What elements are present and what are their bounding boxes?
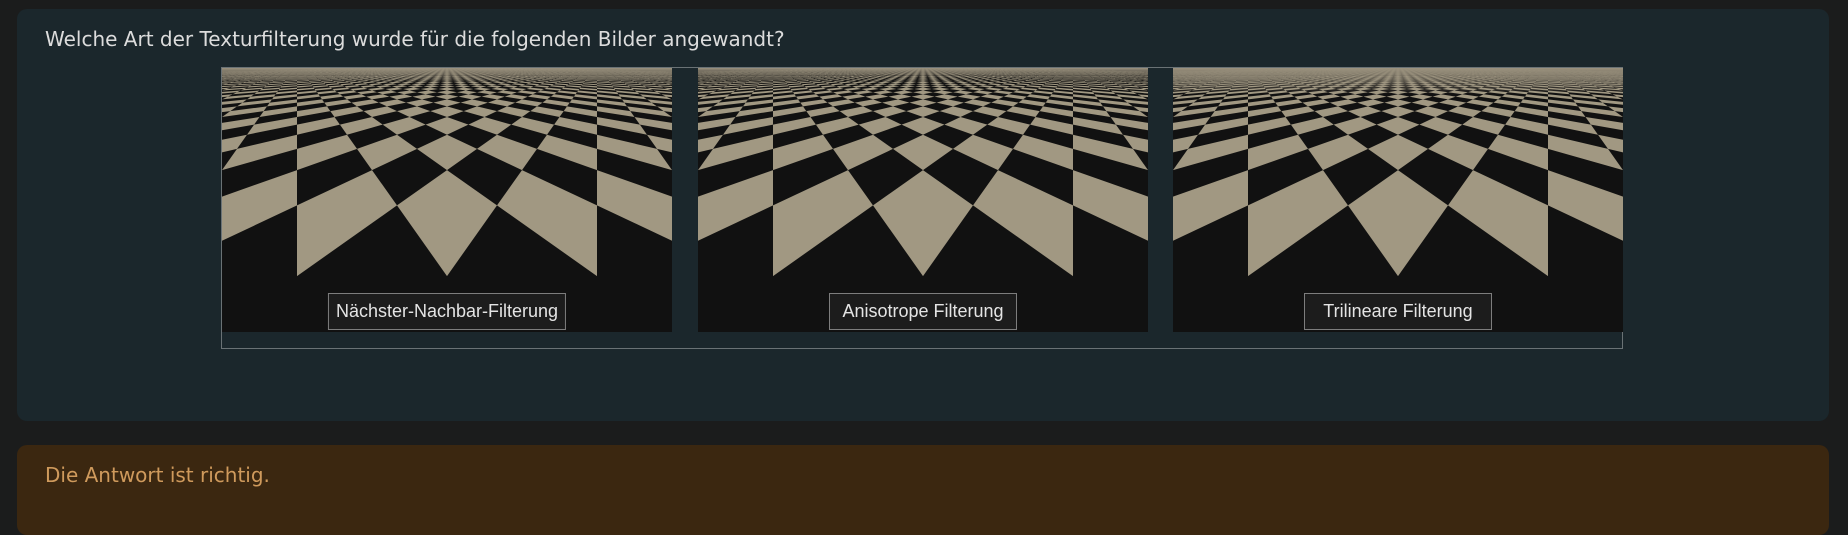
texture-image-anisotropic: Anisotrope Filterung: [698, 68, 1148, 332]
horizon-haze: [1173, 68, 1623, 94]
drop-label-nearest[interactable]: Nächster-Nachbar-Filterung: [328, 293, 566, 330]
question-panel: Welche Art der Texturfilterung wurde für…: [17, 9, 1829, 421]
image-frame: Nächster-Nachbar-Filterung Anisotrope Fi…: [221, 67, 1623, 349]
drop-label-anisotropic[interactable]: Anisotrope Filterung: [829, 293, 1017, 330]
texture-image-trilinear: Trilineare Filterung: [1173, 68, 1623, 332]
drop-label-trilinear[interactable]: Trilineare Filterung: [1304, 293, 1492, 330]
question-text: Welche Art der Texturfilterung wurde für…: [45, 27, 785, 51]
horizon-haze: [222, 68, 672, 82]
horizon-haze: [698, 68, 1148, 78]
texture-image-nearest: Nächster-Nachbar-Filterung: [222, 68, 672, 332]
answer-panel: Die Antwort ist richtig.: [17, 445, 1829, 535]
answer-feedback: Die Antwort ist richtig.: [45, 463, 270, 487]
